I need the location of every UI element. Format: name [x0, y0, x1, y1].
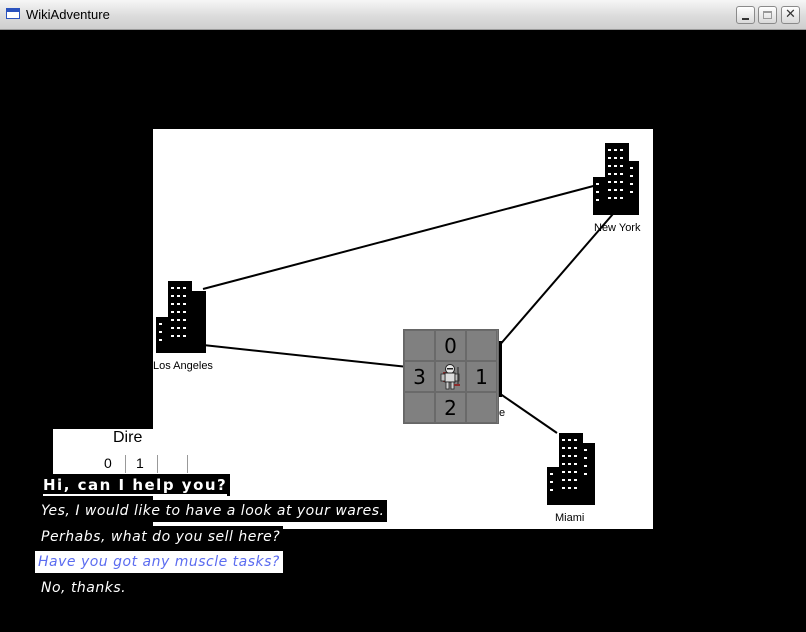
- dialog-option[interactable]: Perhabs, what do you sell here?: [38, 526, 284, 548]
- direction-right-button[interactable]: 1: [466, 361, 497, 392]
- direction-number[interactable]: 1: [136, 455, 144, 471]
- minimize-icon: [742, 18, 749, 20]
- dialog-option[interactable]: Yes, I would like to have a look at your…: [38, 500, 388, 522]
- grid-corner: [404, 330, 435, 361]
- building-icon: [593, 143, 639, 215]
- divider: [157, 455, 158, 473]
- divider: [125, 455, 126, 473]
- close-icon: ✕: [785, 7, 796, 22]
- divider: [187, 455, 188, 473]
- city-label-los-angeles: Los Angeles: [153, 360, 213, 372]
- player-cell[interactable]: [435, 361, 466, 392]
- city-label-center: e: [499, 407, 506, 419]
- maximize-button[interactable]: [758, 6, 777, 24]
- direction-panel-title: Dire: [113, 429, 143, 446]
- dialog-question: Hi, can I help you?: [40, 474, 231, 496]
- direction-panel: Dire 0 1: [53, 429, 188, 479]
- direction-selector[interactable]: 0 3 1 2: [403, 329, 499, 424]
- direction-number[interactable]: 0: [104, 455, 112, 471]
- grid-corner: [466, 392, 497, 423]
- maximize-icon: [763, 11, 772, 19]
- dialog-option-selected[interactable]: Have you got any muscle tasks?: [35, 551, 283, 573]
- direction-left-button[interactable]: 3: [404, 361, 435, 392]
- app-window-icon: [6, 8, 20, 19]
- city-new-york[interactable]: [591, 139, 643, 221]
- dialog-option[interactable]: No, thanks.: [38, 577, 130, 599]
- dialog-question-text: Hi, can I help you?: [43, 476, 228, 496]
- grid-corner: [466, 330, 497, 361]
- game-viewport[interactable]: New York Los Angeles Miami e 0 3 1 2 Dir…: [0, 30, 806, 632]
- window-titlebar[interactable]: WikiAdventure ✕: [0, 0, 806, 30]
- city-label-miami: Miami: [555, 512, 585, 524]
- city-miami[interactable]: [545, 429, 597, 511]
- route-la-center: [202, 344, 409, 368]
- window-title: WikiAdventure: [26, 7, 110, 22]
- building-icon: [156, 281, 206, 353]
- close-button[interactable]: ✕: [781, 6, 800, 24]
- city-label-new-york: New York: [594, 222, 641, 234]
- direction-down-button[interactable]: 2: [435, 392, 466, 423]
- city-los-angeles[interactable]: [156, 277, 208, 359]
- grid-corner: [404, 392, 435, 423]
- knight-icon: [440, 364, 460, 390]
- route-la-ny: [202, 183, 602, 290]
- minimize-button[interactable]: [736, 6, 755, 24]
- direction-up-button[interactable]: 0: [435, 330, 466, 361]
- building-icon: [547, 433, 595, 505]
